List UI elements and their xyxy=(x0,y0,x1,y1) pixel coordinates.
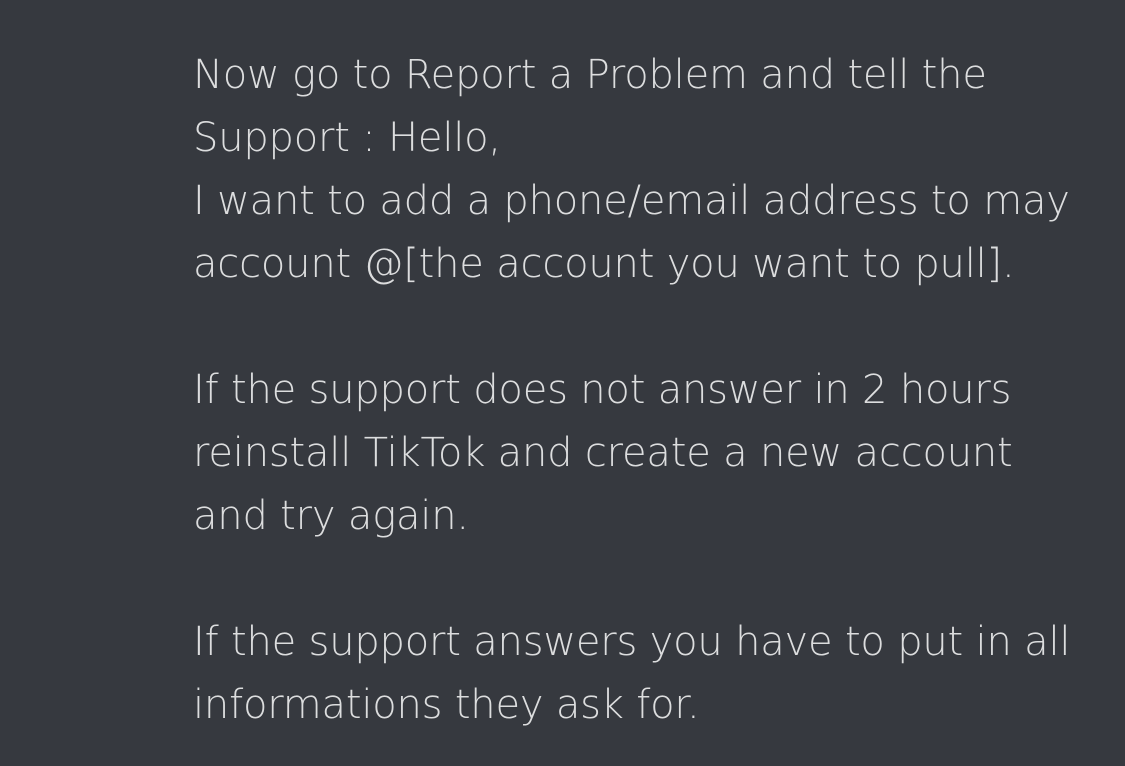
message-line: and try again. xyxy=(193,493,469,539)
chat-area: Now go to Report a Problem and tell the … xyxy=(0,0,1125,766)
message-line: reinstall TikTok and create a new accoun… xyxy=(193,430,1013,476)
message-line: I want to add a phone/email address to m… xyxy=(193,178,1070,224)
message-line: Now go to Report a Problem and tell the xyxy=(193,52,987,98)
message-line: Support : Hello, xyxy=(193,115,501,161)
message-content: Now go to Report a Problem and tell the … xyxy=(193,44,1113,737)
message-line: account @[the account you want to pull]. xyxy=(193,241,1015,287)
message-line: informations they ask for. xyxy=(193,682,700,728)
message-line: If the support does not answer in 2 hour… xyxy=(193,367,1012,413)
message-line: If the support answers you have to put i… xyxy=(193,619,1071,665)
